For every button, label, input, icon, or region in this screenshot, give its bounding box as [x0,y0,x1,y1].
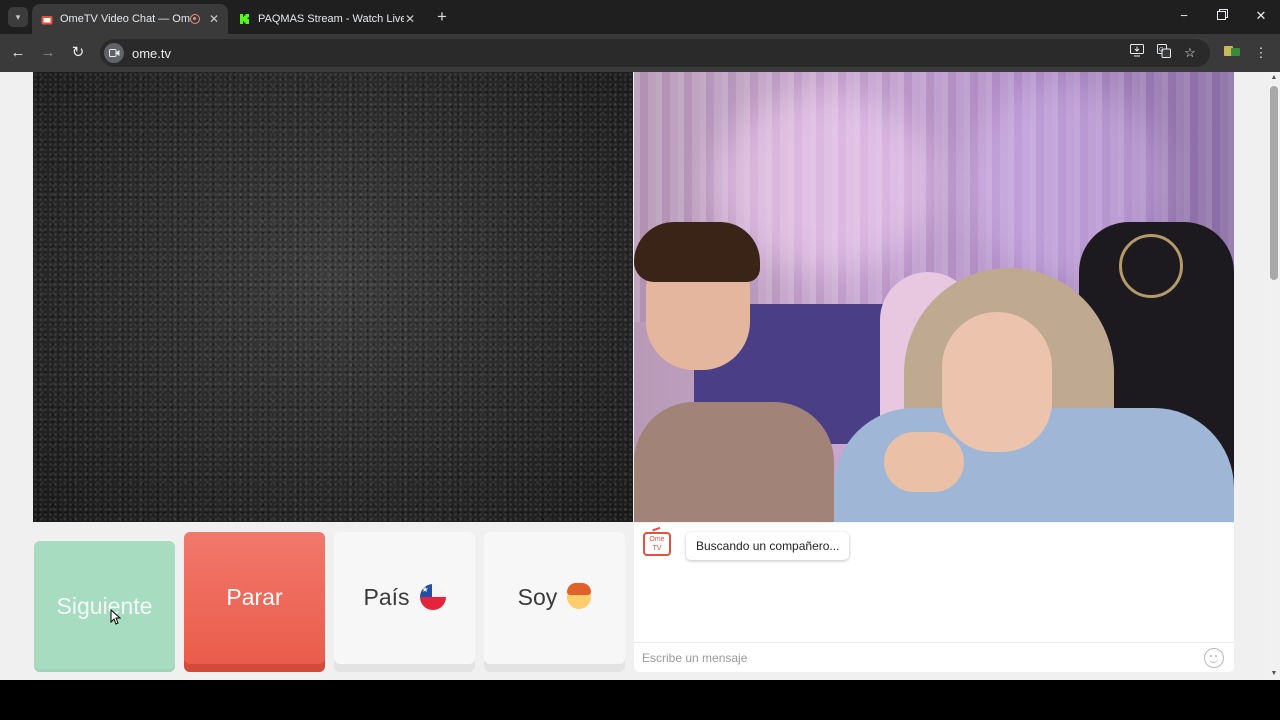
reload-icon[interactable]: ↻ [69,44,87,62]
ometv-page: Siguiente Parar País Soy OmeTV Buscando … [0,72,1268,680]
static-noise [33,72,633,522]
country-button-label: País [363,583,410,610]
tab-title: PAQMAS Stream - Watch Live o [258,13,404,25]
chat-panel: Ome TV Buscando un compañero... [634,523,1234,672]
window-close-icon[interactable]: ✕ [1253,8,1269,24]
gender-button[interactable]: Soy [484,532,625,672]
chat-divider [634,642,1234,643]
site-camera-icon[interactable] [104,43,124,63]
chile-flag-icon [419,584,446,610]
translate-icon[interactable]: G [1155,44,1173,62]
smiley-emoji-icon[interactable] [1204,648,1224,668]
install-app-icon[interactable] [1128,44,1146,62]
kick-favicon-icon [238,12,252,26]
close-tab-icon[interactable]: ✕ [404,12,416,26]
bookmark-star-icon[interactable]: ☆ [1181,44,1199,62]
tab-ometv[interactable]: OmeTV Video Chat — Ome ✕ [32,4,228,34]
person-right-face [942,312,1052,452]
page-scrollbar[interactable]: ▲ ▼ [1268,72,1280,680]
ometv-favicon-icon [40,12,54,26]
stop-button[interactable]: Parar [184,532,325,672]
local-video-feed [33,72,633,522]
partner-video-feed [634,72,1234,522]
boy-emoji-icon [567,583,592,609]
chair-logo-icon [1119,234,1183,298]
ometv-logo-icon: Ome TV [643,532,671,556]
status-message: Buscando un compañero... [686,532,850,560]
tab-paqmas-stream[interactable]: PAQMAS Stream - Watch Live o ✕ [230,4,424,34]
mouse-cursor-icon [110,609,122,625]
scroll-up-arrow-icon[interactable]: ▲ [1270,74,1278,82]
scrollbar-thumb[interactable] [1270,86,1278,280]
menu-kebab-icon[interactable]: ⋮ [1252,44,1270,62]
tab-title: OmeTV Video Chat — Ome [60,13,190,25]
browser-tab-bar: ▾ OmeTV Video Chat — Ome ✕ PAQMAS Stream… [0,0,1280,34]
recording-indicator-icon [190,14,200,24]
close-tab-icon[interactable]: ✕ [208,12,220,26]
url-text: ome.tv [132,45,172,61]
next-button-label: Siguiente [56,593,153,619]
back-arrow-icon[interactable]: ← [9,44,27,62]
country-filter-button[interactable]: País [334,532,475,672]
stop-button-label: Parar [226,583,283,610]
svg-text:G: G [1159,47,1164,54]
tab-search-chevron-icon[interactable]: ▾ [8,7,28,27]
restore-icon[interactable] [1214,8,1230,23]
message-input[interactable] [642,647,1182,669]
scroll-down-arrow-icon[interactable]: ▼ [1270,670,1278,678]
browser-toolbar: ← → ↻ ome.tv G ☆ ⋮ [0,34,1280,72]
person-left-hair [634,222,760,282]
extension-icon[interactable] [1223,44,1241,62]
forward-arrow-icon[interactable]: → [39,44,57,62]
gender-button-label: Soy [517,583,558,610]
person-right-hand [884,432,964,492]
new-tab-plus-icon[interactable]: + [434,7,450,27]
minimize-icon[interactable]: − [1176,8,1192,23]
address-bar[interactable]: ome.tv [100,39,1210,67]
next-button[interactable]: Siguiente [34,541,175,672]
person-left-body [634,402,834,522]
